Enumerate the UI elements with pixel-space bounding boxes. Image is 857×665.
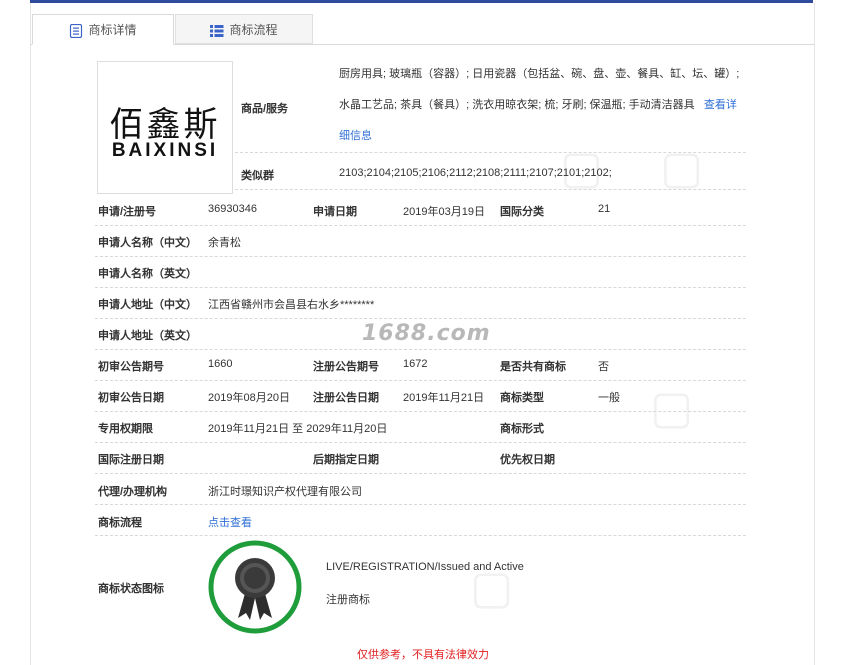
trademark-flow-label: 商标流程 bbox=[98, 517, 142, 529]
shared-label: 是否共有商标 bbox=[500, 361, 566, 373]
goods-services-label: 商品/服务 bbox=[241, 103, 289, 115]
app-date-label: 申请日期 bbox=[313, 206, 357, 218]
tab-trademark-detail[interactable]: 商标详情 bbox=[32, 14, 174, 45]
app-date-value: 2019年03月19日 bbox=[403, 206, 485, 218]
prelim-no-label: 初审公告期号 bbox=[98, 361, 164, 373]
divider bbox=[95, 380, 746, 381]
divider bbox=[95, 473, 746, 474]
goods-line-1: 厨房用具; 玻璃瓶（容器）; 日用瓷器（包括盆、碗、盘、壶、餐具、缸、坛、罐）; bbox=[339, 68, 740, 80]
goods-services-value: 厨房用具; 玻璃瓶（容器）; 日用瓷器（包括盆、碗、盘、壶、餐具、缸、坛、罐）;… bbox=[339, 59, 749, 152]
divider bbox=[95, 442, 746, 443]
applicant-cn-label: 申请人名称（中文） bbox=[98, 237, 197, 249]
agent-label: 代理/办理机构 bbox=[98, 486, 168, 498]
logo-english-text: BAIXINSI bbox=[111, 140, 219, 161]
shared-value: 否 bbox=[598, 361, 609, 373]
document-icon bbox=[70, 23, 83, 38]
logo-chinese-text: 佰鑫斯 bbox=[109, 105, 221, 145]
divider bbox=[95, 225, 746, 226]
divider bbox=[95, 504, 746, 505]
tab-trademark-flow[interactable]: 商标流程 bbox=[175, 14, 313, 44]
registered-badge-icon bbox=[208, 540, 302, 634]
similar-group-value: 2103;2104;2105;2106;2112;2108;2111;2107;… bbox=[339, 167, 612, 179]
later-designation-date-label: 后期指定日期 bbox=[313, 454, 379, 466]
reg-pub-date-value: 2019年11月21日 bbox=[403, 392, 485, 404]
list-icon bbox=[210, 24, 224, 37]
divider bbox=[95, 287, 746, 288]
address-cn-label: 申请人地址（中文） bbox=[98, 299, 197, 311]
intl-class-label: 国际分类 bbox=[500, 206, 544, 218]
tab-flow-label: 商标流程 bbox=[229, 23, 278, 37]
view-detail-link-continued[interactable]: 细信息 bbox=[339, 121, 749, 152]
background-watermark-icon: ▢ bbox=[650, 380, 694, 434]
view-flow-link[interactable]: 点击查看 bbox=[208, 514, 252, 530]
intl-class-value: 21 bbox=[598, 203, 611, 215]
tab-bar: 商标详情 商标流程 bbox=[30, 14, 814, 45]
tm-type-value: 一般 bbox=[598, 392, 620, 404]
divider bbox=[95, 256, 746, 257]
reg-pub-no-label: 注册公告期号 bbox=[313, 361, 379, 373]
exclusive-period-label: 专用权期限 bbox=[98, 423, 153, 435]
tm-type-label: 商标类型 bbox=[500, 392, 544, 404]
divider bbox=[95, 318, 746, 319]
divider bbox=[95, 535, 746, 536]
trademark-logo-image: 佰鑫斯 BAIXINSI bbox=[97, 61, 233, 194]
applicant-cn-value: 余青松 bbox=[208, 237, 241, 249]
prelim-date-value: 2019年08月20日 bbox=[208, 392, 290, 404]
address-cn-value: 江西省赣州市会昌县右水乡******** bbox=[208, 299, 375, 311]
status-english: LIVE/REGISTRATION/Issued and Active bbox=[326, 561, 524, 573]
tm-form-label: 商标形式 bbox=[500, 423, 544, 435]
agent-value: 浙江时璟知识产权代理有限公司 bbox=[208, 486, 362, 498]
similar-group-label: 类似群 bbox=[241, 170, 274, 182]
reg-pub-no-value: 1672 bbox=[403, 358, 428, 370]
view-detail-link[interactable]: 查看详 bbox=[704, 99, 737, 111]
divider bbox=[235, 189, 746, 190]
prelim-no-value: 1660 bbox=[208, 358, 233, 370]
applicant-en-label: 申请人名称（英文） bbox=[98, 268, 197, 280]
disclaimer-text: 仅供参考，不具有法律效力 bbox=[357, 649, 489, 661]
prelim-date-label: 初审公告日期 bbox=[98, 392, 164, 404]
reg-pub-date-label: 注册公告日期 bbox=[313, 392, 379, 404]
exclusive-period-value: 2019年11月21日 至 2029年11月20日 bbox=[208, 423, 388, 435]
goods-line-2: 水晶工艺品; 茶具（餐具）; 洗衣用晾衣架; 梳; 牙刷; 保温瓶; 手动清洁器… bbox=[339, 99, 737, 111]
tab-detail-label: 商标详情 bbox=[88, 23, 137, 37]
address-en-label: 申请人地址（英文） bbox=[98, 330, 197, 342]
status-chinese: 注册商标 bbox=[326, 594, 370, 606]
divider bbox=[95, 411, 746, 412]
status-icon-label: 商标状态图标 bbox=[98, 583, 164, 595]
reg-no-label: 申请/注册号 bbox=[98, 206, 157, 218]
reg-no-value: 36930346 bbox=[208, 203, 257, 215]
priority-date-label: 优先权日期 bbox=[500, 454, 555, 466]
intl-reg-date-label: 国际注册日期 bbox=[98, 454, 164, 466]
site-watermark: 1688.com bbox=[362, 321, 491, 346]
divider bbox=[95, 349, 746, 350]
divider bbox=[235, 152, 746, 153]
